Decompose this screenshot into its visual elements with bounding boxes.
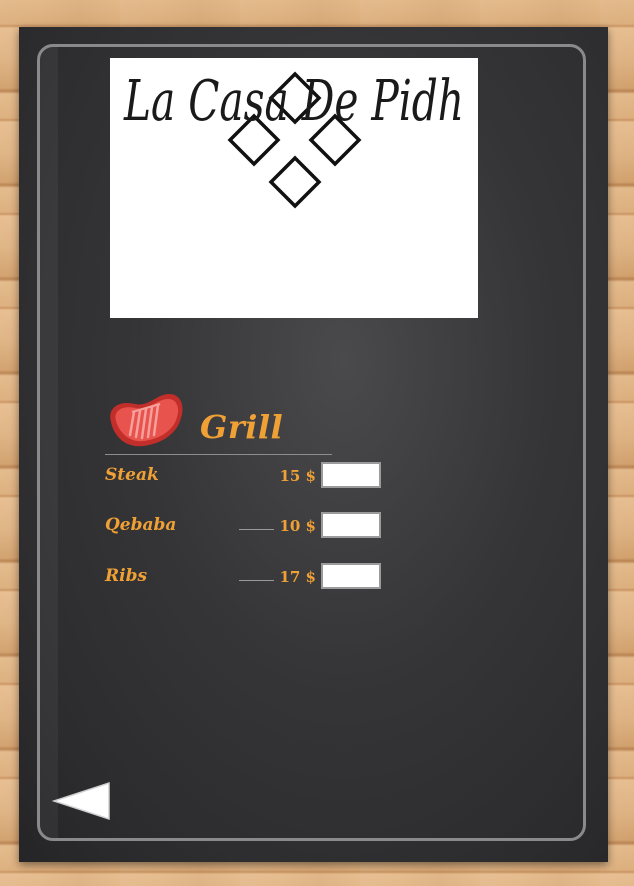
quantity-input[interactable] <box>321 512 381 538</box>
item-price: 17 $ <box>279 568 316 586</box>
quantity-input[interactable] <box>321 462 381 488</box>
menu-item: Ribs 17 $ <box>105 563 395 591</box>
category-divider <box>105 454 332 455</box>
item-price: 10 $ <box>279 517 316 535</box>
item-price: 15 $ <box>279 467 316 485</box>
menu-item: Qebaba 10 $ <box>105 512 395 540</box>
category-header: Grill <box>105 390 335 456</box>
back-arrow-icon <box>51 781 110 821</box>
steak-icon <box>110 394 183 447</box>
menu-item: Steak 15 $ <box>105 462 395 490</box>
logo-wordmark: La Casa De Pidh <box>123 69 464 134</box>
item-dotted-line <box>239 529 274 530</box>
quantity-input[interactable] <box>321 563 381 589</box>
logo-text: La Casa De Pidh <box>123 69 464 134</box>
back-button[interactable] <box>51 780 112 822</box>
category-title: Grill <box>200 408 284 446</box>
item-name: Steak <box>105 465 159 485</box>
item-dotted-line <box>239 580 274 581</box>
item-name: Ribs <box>105 566 148 586</box>
item-name: Qebaba <box>105 515 177 535</box>
restaurant-logo: La Casa De Pidh <box>110 58 478 318</box>
